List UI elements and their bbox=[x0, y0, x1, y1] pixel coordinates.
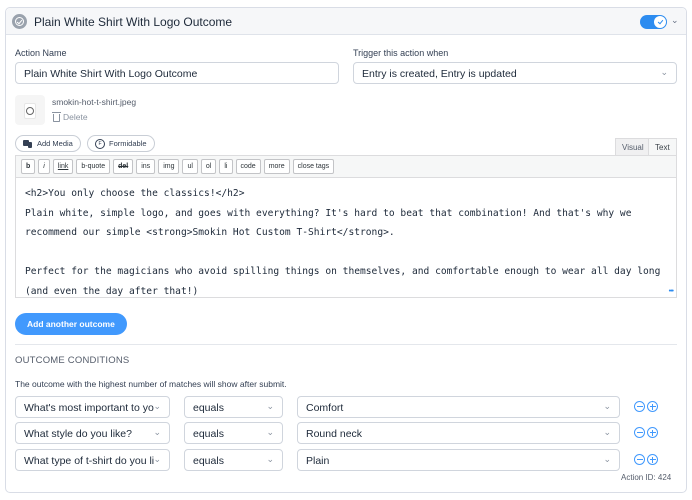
chevron-down-icon[interactable]: ⌄ bbox=[671, 15, 679, 26]
trigger-label: Trigger this action when bbox=[353, 48, 449, 58]
remove-condition-icon[interactable] bbox=[634, 454, 645, 465]
editor-textarea[interactable]: <h2>You only choose the classics!</h2> P… bbox=[16, 178, 676, 308]
add-condition-icon[interactable] bbox=[647, 454, 658, 465]
tab-visual[interactable]: Visual bbox=[615, 138, 651, 156]
remove-condition-icon[interactable] bbox=[634, 401, 645, 412]
qt-li-button[interactable]: li bbox=[219, 159, 233, 174]
check-circle-icon bbox=[12, 14, 27, 29]
condition-value-select[interactable]: Round neck ⌄ bbox=[297, 422, 620, 444]
outcome-conditions-title: OUTCOME CONDITIONS bbox=[15, 355, 130, 366]
qt-del-button[interactable]: del bbox=[113, 159, 134, 174]
condition-operator-value: equals bbox=[193, 402, 224, 414]
condition-row: What style do you like? ⌄ equals ⌄ Round… bbox=[0, 422, 692, 444]
tshirt-icon bbox=[20, 100, 40, 120]
chevron-down-icon: ⌄ bbox=[153, 454, 161, 464]
qt-ul-button[interactable]: ul bbox=[182, 159, 198, 174]
formidable-icon: F bbox=[95, 138, 105, 149]
condition-row: What type of t-shirt do you li ⌄ equals … bbox=[0, 449, 692, 471]
qt-ol-button[interactable]: ol bbox=[200, 159, 217, 174]
chevron-down-icon: ⌄ bbox=[603, 401, 611, 411]
trash-icon bbox=[52, 112, 61, 122]
chevron-down-icon: ⌄ bbox=[603, 454, 611, 464]
text-editor: b i link b-quote del ins img ul ol li co… bbox=[15, 155, 677, 298]
condition-operator-select[interactable]: equals ⌄ bbox=[184, 449, 283, 471]
chevron-down-icon: ⌄ bbox=[660, 67, 668, 77]
action-enabled-toggle[interactable] bbox=[640, 15, 667, 29]
delete-attachment-link[interactable]: Delete bbox=[52, 112, 88, 122]
condition-operator-select[interactable]: equals ⌄ bbox=[184, 396, 283, 418]
qt-code-button[interactable]: code bbox=[235, 159, 261, 174]
qt-blockquote-button[interactable]: b-quote bbox=[76, 159, 111, 174]
condition-field-select[interactable]: What type of t-shirt do you li ⌄ bbox=[15, 449, 170, 471]
condition-value-select[interactable]: Comfort ⌄ bbox=[297, 396, 620, 418]
remove-condition-icon[interactable] bbox=[634, 427, 645, 438]
qt-ins-button[interactable]: ins bbox=[136, 159, 156, 174]
attachment-thumbnail bbox=[15, 95, 45, 125]
condition-value: Plain bbox=[306, 455, 330, 467]
add-another-outcome-button[interactable]: Add another outcome bbox=[15, 313, 127, 335]
action-name-input[interactable]: Plain White Shirt With Logo Outcome bbox=[15, 62, 339, 84]
qt-bold-button[interactable]: b bbox=[21, 159, 36, 174]
add-condition-icon[interactable] bbox=[647, 401, 658, 412]
chevron-down-icon: ⌄ bbox=[266, 427, 274, 437]
action-id: Action ID: 424 bbox=[621, 473, 672, 482]
qt-close-tags-button[interactable]: close tags bbox=[292, 159, 335, 174]
qt-italic-button[interactable]: i bbox=[38, 159, 50, 174]
chevron-down-icon: ⌄ bbox=[266, 401, 274, 411]
condition-operator-select[interactable]: equals ⌄ bbox=[184, 422, 283, 444]
tab-text[interactable]: Text bbox=[648, 138, 677, 156]
condition-field-value: What type of t-shirt do you li bbox=[24, 455, 155, 467]
action-title: Plain White Shirt With Logo Outcome bbox=[34, 15, 233, 29]
action-header[interactable]: Plain White Shirt With Logo Outcome ⌄ bbox=[6, 8, 686, 35]
formidable-label: Formidable bbox=[109, 139, 147, 148]
media-icon bbox=[23, 139, 33, 148]
condition-field-value: What style do you like? bbox=[24, 428, 132, 440]
condition-operator-value: equals bbox=[193, 428, 224, 440]
formidable-button[interactable]: F Formidable bbox=[87, 135, 155, 152]
add-media-label: Add Media bbox=[37, 139, 73, 148]
condition-value: Round neck bbox=[306, 428, 363, 440]
condition-row: What's most important to yo ⌄ equals ⌄ C… bbox=[0, 396, 692, 418]
chevron-down-icon: ⌄ bbox=[153, 401, 161, 411]
add-media-button[interactable]: Add Media bbox=[15, 135, 81, 152]
trigger-value: Entry is created, Entry is updated bbox=[362, 68, 517, 80]
qt-img-button[interactable]: img bbox=[158, 159, 180, 174]
qt-link-button[interactable]: link bbox=[52, 159, 74, 174]
trigger-select[interactable]: Entry is created, Entry is updated ⌄ bbox=[353, 62, 677, 84]
chevron-down-icon: ⌄ bbox=[603, 427, 611, 437]
delete-label: Delete bbox=[63, 112, 88, 122]
condition-field-select[interactable]: What's most important to yo ⌄ bbox=[15, 396, 170, 418]
section-divider bbox=[15, 344, 677, 345]
chevron-down-icon: ⌄ bbox=[153, 427, 161, 437]
condition-field-select[interactable]: What style do you like? ⌄ bbox=[15, 422, 170, 444]
quicktags-toolbar: b i link b-quote del ins img ul ol li co… bbox=[16, 156, 676, 178]
action-name-label: Action Name bbox=[15, 48, 67, 58]
chevron-down-icon: ⌄ bbox=[266, 454, 274, 464]
condition-value: Comfort bbox=[306, 402, 344, 414]
condition-field-value: What's most important to yo bbox=[24, 402, 154, 414]
qt-more-button[interactable]: more bbox=[263, 159, 290, 174]
resize-handle[interactable]: ••• bbox=[669, 288, 674, 295]
condition-value-select[interactable]: Plain ⌄ bbox=[297, 449, 620, 471]
outcome-conditions-help: The outcome with the highest number of m… bbox=[15, 379, 287, 389]
attachment-file-name: smokin-hot-t-shirt.jpeg bbox=[52, 97, 137, 107]
add-condition-icon[interactable] bbox=[647, 427, 658, 438]
condition-operator-value: equals bbox=[193, 455, 224, 467]
